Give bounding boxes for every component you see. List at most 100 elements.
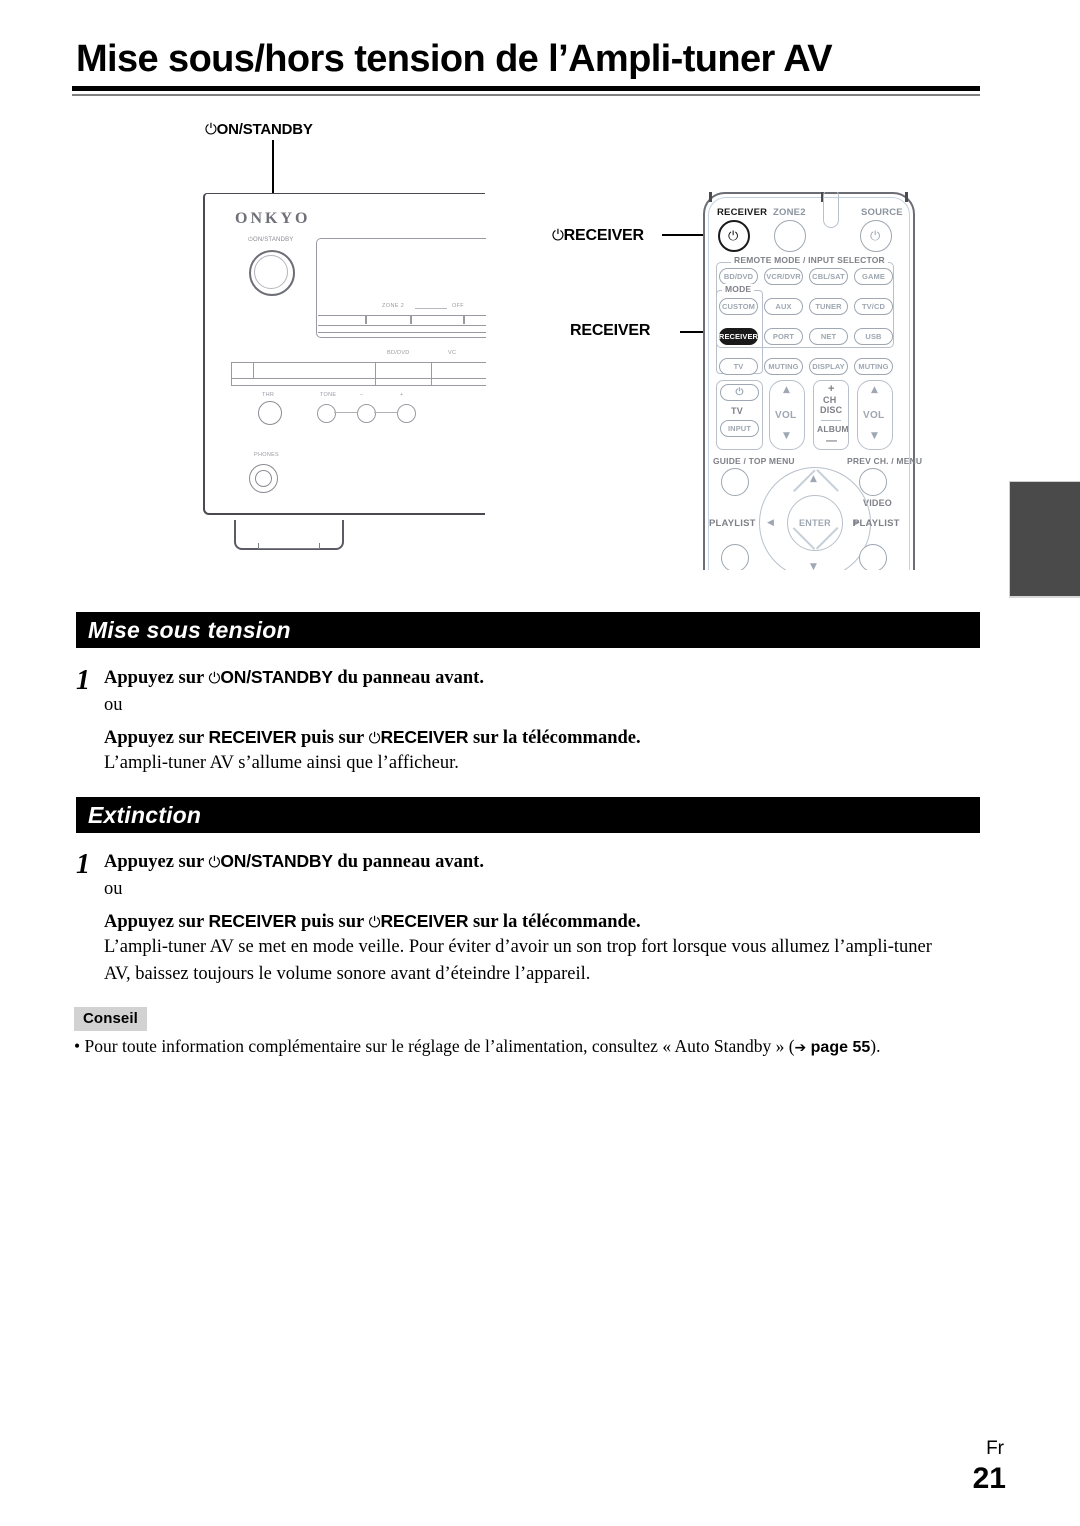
remote-button-prev-ch[interactable] — [859, 468, 887, 496]
step-result-text: L’ampli-tuner AV s’allume ainsi que l’af… — [104, 753, 459, 773]
receiver-knob-plus[interactable] — [397, 404, 416, 423]
remote-button-tv-cd[interactable]: TV/CD — [854, 298, 893, 315]
power-icon: ⏻ — [728, 229, 739, 244]
arrow-right-icon: ➔ — [794, 1040, 807, 1056]
callout-on-standby-label: ON/STANDBY — [216, 121, 313, 138]
remote-label-vol-right: VOL — [863, 410, 885, 421]
callout-on-standby: ⏻ON/STANDBY — [205, 120, 313, 138]
remote-button-tuner[interactable]: TUNER — [809, 298, 848, 315]
receiver-knob-label-thr: THR — [262, 392, 275, 398]
remote-button-aux[interactable]: AUX — [764, 298, 803, 315]
remote-button-vcr-dvr[interactable]: VCR/DVR — [764, 268, 803, 285]
remote-button-cbl-sat[interactable]: CBL/SAT — [809, 268, 848, 285]
remote-button-receiver-mode[interactable]: RECEIVER — [719, 328, 758, 345]
step-instruction-primary: Appuyez sur ⏻ON/STANDBY du panneau avant… — [104, 848, 484, 875]
step-number: 1 — [76, 849, 90, 880]
step-text: sur la télécommande. — [468, 912, 641, 932]
dpad-left-icon[interactable]: ◀ — [767, 519, 774, 528]
receiver-input-label-bddvd: BD/DVD — [387, 350, 410, 356]
remote-source-power-button[interactable]: ⏻ — [860, 220, 892, 252]
remote-button-usb[interactable]: USB — [854, 328, 893, 345]
receiver-foot-detail — [258, 543, 320, 549]
remote-label-disc: DISC — [820, 405, 843, 415]
remote-label-minus: — — [826, 435, 838, 447]
power-icon: ⏻ — [208, 669, 221, 687]
key-label-receiver-power: RECEIVER — [380, 727, 469, 747]
display-tick — [365, 315, 367, 324]
remote-button-tv[interactable]: TV — [719, 358, 758, 375]
dpad-up-icon[interactable]: ▲ — [810, 475, 817, 484]
remote-label-guide-top-menu: GUIDE / TOP MENU — [713, 456, 795, 466]
step-text: Appuyez sur — [104, 728, 209, 748]
remote-button-display[interactable]: DISPLAY — [809, 358, 848, 375]
power-icon: ⏻ — [735, 386, 744, 398]
step-result-line-1: L’ampli-tuner AV se met en mode veille. … — [104, 937, 932, 957]
receiver-strip-divider — [431, 362, 432, 386]
receiver-zone-dash — [415, 308, 447, 309]
remote-button-playlist-left[interactable] — [721, 544, 749, 570]
display-tick — [410, 315, 412, 324]
tip-text: Pour toute information complémentaire su… — [80, 1036, 795, 1056]
step-text: du panneau avant. — [332, 668, 484, 688]
remote-label-playlist-left: PLAYLIST — [709, 518, 756, 529]
remote-button-net[interactable]: NET — [809, 328, 848, 345]
tip-badge: Conseil — [74, 1007, 147, 1031]
remote-button-muting-left[interactable]: MUTING — [764, 358, 803, 375]
chevron-down-icon: ▼ — [871, 431, 878, 441]
remote-button-game[interactable]: GAME — [854, 268, 893, 285]
power-icon: ⏻ — [208, 853, 221, 871]
step-instruction-secondary: Appuyez sur RECEIVER puis sur ⏻RECEIVER … — [104, 724, 641, 751]
step-result-line-2: AV, baissez toujours le volume sonore av… — [104, 964, 591, 984]
remote-label-tv: TV — [731, 406, 743, 416]
remote-zone2-button[interactable] — [774, 220, 806, 252]
remote-button-input[interactable]: INPUT — [720, 420, 759, 437]
footer-page-number: 21 — [972, 1462, 1006, 1495]
step-instruction-primary: Appuyez sur ⏻ON/STANDBY du panneau avant… — [104, 664, 484, 691]
remote-enter-button[interactable]: ENTER — [787, 495, 843, 551]
remote-button-guide[interactable] — [721, 468, 749, 496]
receiver-knob-tone[interactable] — [317, 404, 336, 423]
receiver-knob-connector — [334, 412, 357, 413]
remote-mode-label: MODE — [722, 284, 755, 294]
section-heading-mise-sous-tension: Mise sous tension — [76, 612, 980, 648]
step-alternative-ou: ou — [104, 695, 123, 715]
key-label-receiver-power: RECEIVER — [380, 911, 469, 931]
power-icon: ⏻ — [870, 229, 881, 244]
power-icon: ⏻ — [368, 729, 381, 747]
power-glyph-icon: ⏻ — [205, 120, 217, 138]
remote-label-receiver: RECEIVER — [717, 207, 768, 218]
step-text: sur la télécommande. — [468, 728, 641, 748]
receiver-power-knob[interactable] — [249, 250, 295, 296]
remote-button-bd-dvd[interactable]: BD/DVD — [719, 268, 758, 285]
remote-label-playlist-right: PLAYLIST — [853, 518, 900, 529]
remote-button-custom[interactable]: CUSTOM — [719, 298, 758, 315]
step-text: puis sur — [296, 912, 369, 932]
chevron-down-icon: ▼ — [783, 431, 790, 441]
page-cross-reference[interactable]: page 55 — [811, 1039, 871, 1056]
manual-page: Mise sous/hors tension de l’Ampli-tuner … — [0, 0, 1080, 1526]
remote-button-muting-right[interactable]: MUTING — [854, 358, 893, 375]
step-alternative-ou: ou — [104, 879, 123, 899]
remote-label-zone2: ZONE2 — [773, 207, 806, 218]
chevron-up-icon: ▲ — [783, 385, 790, 395]
dpad-down-icon[interactable]: ▼ — [810, 563, 817, 571]
chevron-up-icon: ▲ — [871, 385, 878, 395]
chapter-side-tab — [1009, 481, 1080, 598]
remote-label-vol-left: VOL — [775, 410, 797, 421]
receiver-knob-minus[interactable] — [357, 404, 376, 423]
remote-mode-group-label: REMOTE MODE / INPUT SELECTOR — [731, 255, 888, 265]
remote-label-plus: + — [828, 383, 835, 395]
remote-button-port[interactable]: PORT — [764, 328, 803, 345]
receiver-knob-connector — [374, 412, 397, 413]
receiver-knob-thr[interactable] — [258, 401, 282, 425]
receiver-phones-label: PHONES — [254, 452, 280, 458]
receiver-off-label: OFF — [452, 303, 464, 309]
remote-receiver-power-button[interactable]: ⏻ — [718, 220, 750, 252]
remote-button-playlist-right[interactable] — [859, 544, 887, 570]
remote-label-album: ALBUM — [817, 424, 849, 434]
step-text: du panneau avant. — [332, 852, 484, 872]
power-glyph-icon: ⏻ — [552, 226, 564, 244]
remote-button-tv-power[interactable]: ⏻ — [720, 384, 759, 401]
display-tick — [463, 315, 465, 324]
receiver-phones-jack[interactable] — [249, 464, 278, 493]
